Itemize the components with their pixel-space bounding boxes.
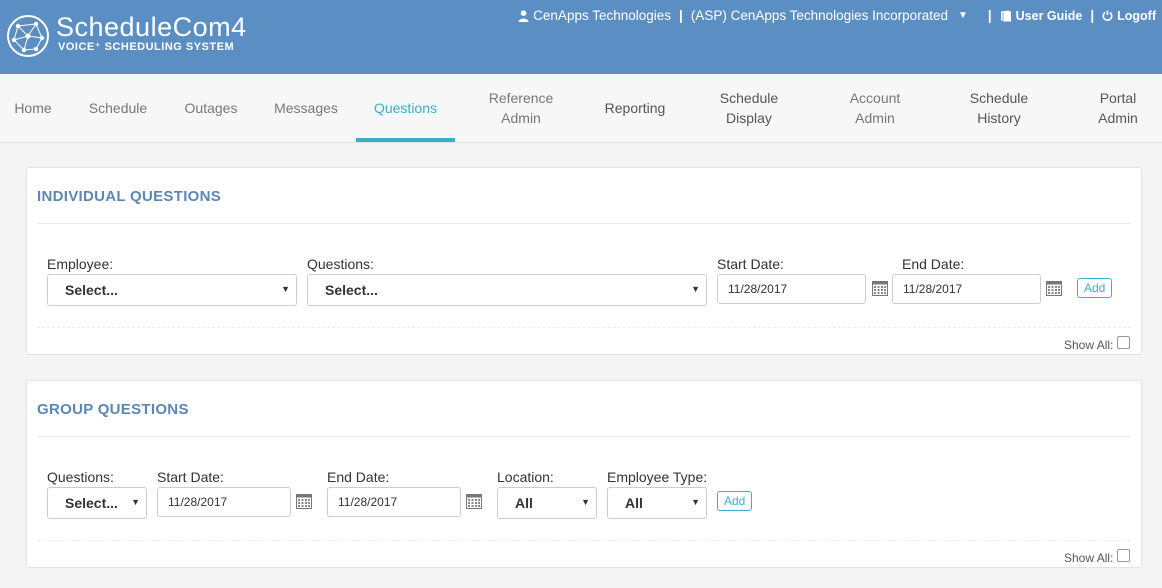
group-show-all-checkbox[interactable] xyxy=(1117,548,1131,562)
company-name: CenApps Technologies xyxy=(533,8,672,23)
group-show-all-label: Show All: xyxy=(1064,551,1114,565)
calendar-icon[interactable] xyxy=(872,281,888,296)
account-dropdown[interactable]: (ASP) CenApps Technologies Incorporated … xyxy=(691,8,968,23)
chevron-down-icon: ▼ xyxy=(281,284,290,294)
divider xyxy=(37,223,1131,224)
group-questions-panel: GROUP QUESTIONS Questions: Select... ▼ S… xyxy=(26,380,1142,568)
nav-schedule-history[interactable]: Schedule History xyxy=(954,74,1044,142)
group-questions-select[interactable]: Select... ▼ xyxy=(47,487,147,519)
employee-label: Employee: xyxy=(47,256,114,272)
questions-label: Questions: xyxy=(307,256,374,272)
chevron-down-icon: ▼ xyxy=(131,497,140,507)
chevron-down-icon: ▼ xyxy=(691,284,700,294)
user-guide-link[interactable]: User Guide xyxy=(1000,8,1083,23)
employee-type-select-value: All xyxy=(625,495,643,511)
company-link[interactable]: CenApps Technologies xyxy=(518,8,671,23)
nav-reference-admin[interactable]: Reference Admin xyxy=(476,74,566,142)
logoff-link[interactable]: Logoff xyxy=(1102,9,1156,23)
divider xyxy=(37,327,1131,328)
separator: | xyxy=(679,8,683,23)
individual-questions-title: INDIVIDUAL QUESTIONS xyxy=(37,188,222,205)
location-select[interactable]: All ▼ xyxy=(497,487,597,519)
divider xyxy=(37,540,1131,541)
individual-questions-panel: INDIVIDUAL QUESTIONS Employee: Select...… xyxy=(26,167,1142,355)
group-end-date-label: End Date: xyxy=(327,469,390,485)
power-icon xyxy=(1102,10,1113,21)
active-tab-indicator xyxy=(356,138,455,142)
network-globe-logo-icon xyxy=(7,15,49,57)
add-group-question-button[interactable]: Add xyxy=(717,491,753,511)
main-nav: Home Schedule Outages Messages Questions… xyxy=(0,74,1162,143)
logoff-label: Logoff xyxy=(1117,8,1156,23)
app-header: ScheduleCom4 VOICE⁺ SCHEDULING SYSTEM Ce… xyxy=(0,0,1162,74)
group-questions-label: Questions: xyxy=(47,469,114,485)
chevron-down-icon: ▼ xyxy=(691,497,700,507)
show-all-label: Show All: xyxy=(1064,338,1114,352)
divider xyxy=(37,436,1131,437)
brand-subtitle: VOICE⁺ SCHEDULING SYSTEM xyxy=(58,41,235,53)
book-icon xyxy=(1000,10,1011,21)
show-all-checkbox[interactable] xyxy=(1117,335,1131,349)
nav-schedule[interactable]: Schedule xyxy=(78,74,158,142)
separator: | xyxy=(1090,8,1095,23)
employee-type-select[interactable]: All ▼ xyxy=(607,487,707,519)
calendar-icon[interactable] xyxy=(466,494,482,509)
location-label: Location: xyxy=(497,469,554,485)
nav-outages[interactable]: Outages xyxy=(172,74,250,142)
nav-home[interactable]: Home xyxy=(0,74,66,142)
location-select-value: All xyxy=(515,495,533,511)
nav-schedule-display[interactable]: Schedule Display xyxy=(704,74,794,142)
show-all-toggle: Show All: xyxy=(1064,335,1131,352)
calendar-icon[interactable] xyxy=(296,494,312,509)
questions-select-value: Select... xyxy=(325,282,378,298)
employee-select-value: Select... xyxy=(65,282,118,298)
separator: | xyxy=(987,8,992,23)
employee-select[interactable]: Select... ▼ xyxy=(47,274,297,306)
questions-select[interactable]: Select... ▼ xyxy=(307,274,707,306)
group-end-date-input[interactable] xyxy=(327,487,461,517)
group-questions-select-value: Select... xyxy=(65,495,118,511)
nav-messages[interactable]: Messages xyxy=(264,74,348,142)
start-date-label: Start Date: xyxy=(717,256,784,272)
group-start-date-label: Start Date: xyxy=(157,469,224,485)
nav-account-admin[interactable]: Account Admin xyxy=(830,74,920,142)
chevron-down-icon: ▼ xyxy=(581,497,590,507)
end-date-label: End Date: xyxy=(902,256,965,272)
caret-down-icon: ▼ xyxy=(957,10,968,21)
group-show-all-toggle: Show All: xyxy=(1064,548,1131,565)
user-icon xyxy=(518,9,529,22)
brand-title: ScheduleCom4 xyxy=(56,12,247,42)
user-guide-label: User Guide xyxy=(1015,8,1083,23)
calendar-icon[interactable] xyxy=(1046,281,1062,296)
account-name: (ASP) CenApps Technologies Incorporated xyxy=(690,8,948,23)
end-date-input[interactable] xyxy=(892,274,1041,304)
nav-reporting[interactable]: Reporting xyxy=(590,74,680,142)
group-start-date-input[interactable] xyxy=(157,487,291,517)
employee-type-label: Employee Type: xyxy=(607,469,708,485)
add-individual-question-button[interactable]: Add xyxy=(1077,278,1113,298)
top-bar: CenApps Technologies | (ASP) CenApps Tec… xyxy=(518,8,1156,23)
nav-questions[interactable]: Questions xyxy=(356,74,455,142)
group-questions-title: GROUP QUESTIONS xyxy=(37,401,189,418)
start-date-input[interactable] xyxy=(717,274,866,304)
nav-portal-admin[interactable]: Portal Admin xyxy=(1082,74,1154,142)
